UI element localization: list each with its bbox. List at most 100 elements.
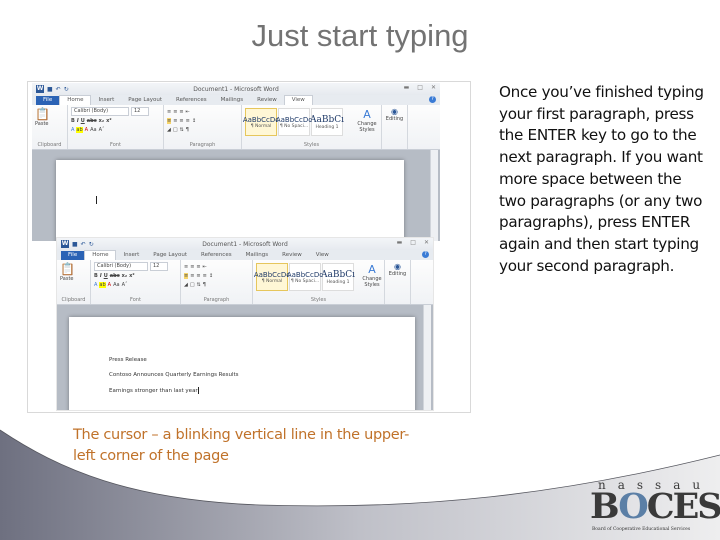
restore-icon[interactable]: □ [410,239,416,246]
highlight-icon[interactable]: ab [99,281,106,288]
close-icon[interactable]: ✕ [424,239,429,246]
line-spacing-icon[interactable]: ↕ [192,118,196,124]
editing-button[interactable]: Editing [388,271,407,277]
line-spacing-icon[interactable]: ↕ [209,273,213,279]
align-left-icon[interactable]: ≡ [184,272,189,279]
change-case-icon[interactable]: Aa [113,282,119,288]
numbering-icon[interactable]: ≡ [190,264,194,270]
align-center-icon[interactable]: ≡ [173,118,177,124]
shading-icon[interactable]: ◢ [167,127,171,133]
align-right-icon[interactable]: ≡ [196,273,200,279]
bold-icon[interactable]: B [71,118,75,124]
font-size-box[interactable]: 12 [131,107,149,116]
font-color-icon[interactable]: A [85,127,88,133]
restore-icon[interactable]: □ [417,84,423,91]
tab-file[interactable]: File [61,251,85,260]
style-no-spacing[interactable]: AaBbCcDc ¶ No Spaci... [276,108,312,136]
help-icon[interactable]: ? [422,251,429,258]
find-icon[interactable]: ◉ [385,107,404,116]
paste-button[interactable]: 📋 [35,107,64,121]
font-name-box[interactable]: Calibri (Body) [94,262,148,271]
underline-icon[interactable]: U [104,273,108,279]
paste-button[interactable]: 📋 [60,262,87,276]
tab-review[interactable]: Review [275,251,309,260]
change-styles-button[interactable]: A Change Styles [356,108,378,133]
pilcrow-icon[interactable]: ¶ [186,127,189,133]
indent-icon[interactable]: ⇤ [203,264,207,270]
change-case-icon[interactable]: Aa [90,127,96,133]
italic-icon[interactable]: I [77,118,79,124]
justify-icon[interactable]: ≡ [186,118,190,124]
tab-home[interactable]: Home [59,95,92,105]
tab-review[interactable]: Review [250,96,284,105]
strikethrough-icon[interactable]: abc [87,118,97,124]
tab-view[interactable]: View [309,251,336,260]
align-right-icon[interactable]: ≡ [179,118,183,124]
font-name-box[interactable]: Calibri (Body) [71,107,129,116]
multilevel-icon[interactable]: ≡ [196,264,200,270]
style-normal[interactable]: AaBbCcDc ¶ Normal [243,108,279,136]
tab-mailings[interactable]: Mailings [239,251,276,260]
vertical-scrollbar[interactable] [423,305,431,410]
tab-page-layout[interactable]: Page Layout [121,96,169,105]
text-effects-icon[interactable]: A [71,127,74,133]
bullets-icon[interactable]: ≡ [167,109,171,115]
style-heading-1[interactable]: AaBbCı Heading 1 [310,108,344,136]
minimize-icon[interactable]: ▬ [404,84,410,91]
subscript-icon[interactable]: x₂ [122,273,127,279]
document-page[interactable]: Press Release Contoso Announces Quarterl… [69,317,415,410]
minimize-icon[interactable]: ▬ [397,239,403,246]
align-left-icon[interactable]: ≡ [167,117,172,124]
tab-insert[interactable]: Insert [116,251,146,260]
ribbon: 📋 Paste Clipboard Calibri (Body) 12 B I Uab… [57,260,433,305]
numbering-icon[interactable]: ≡ [173,109,177,115]
multilevel-icon[interactable]: ≡ [179,109,183,115]
tab-file[interactable]: File [36,96,60,105]
justify-icon[interactable]: ≡ [203,273,207,279]
find-icon[interactable]: ◉ [388,262,407,271]
tab-view[interactable]: View [283,95,313,105]
font-size-box[interactable]: 12 [150,262,168,271]
tab-home[interactable]: Home [84,250,117,260]
superscript-icon[interactable]: x² [106,118,111,124]
style-no-spacing[interactable]: AaBbCcDc ¶ No Spaci... [287,263,323,291]
shading-icon[interactable]: ◢ [184,282,188,288]
tab-references[interactable]: References [194,251,239,260]
help-icon[interactable]: ? [429,96,436,103]
sort-icon[interactable]: ⇅ [197,282,201,288]
window-title: Document1 - Microsoft Word [202,240,288,248]
grow-font-icon[interactable]: Aˆ [122,282,128,288]
vertical-scrollbar[interactable] [430,150,438,241]
tab-mailings[interactable]: Mailings [214,96,251,105]
change-styles-button[interactable]: A Change Styles [362,263,382,288]
tab-page-layout[interactable]: Page Layout [146,251,194,260]
tab-insert[interactable]: Insert [91,96,121,105]
title-bar: W ■ ↶ ↻ Document1 - Microsoft Word ▬ □ ✕ [32,83,440,95]
grow-font-icon[interactable]: Aˆ [99,127,105,133]
style-normal[interactable]: AaBbCcDc ¶ Normal [254,263,290,291]
borders-icon[interactable]: □ [173,127,178,133]
borders-icon[interactable]: □ [190,282,195,288]
subscript-icon[interactable]: x₂ [99,118,104,124]
font-color-icon[interactable]: A [108,282,111,288]
bullets-icon[interactable]: ≡ [184,264,188,270]
doc-line-1: Press Release [109,357,147,363]
highlight-icon[interactable]: ab [76,126,83,133]
strikethrough-icon[interactable]: abc [110,273,120,279]
align-center-icon[interactable]: ≡ [190,273,194,279]
pilcrow-icon[interactable]: ¶ [203,282,206,288]
superscript-icon[interactable]: x² [129,273,134,279]
indent-icon[interactable]: ⇤ [186,109,190,115]
group-clipboard: 📋 Paste Clipboard [32,105,68,149]
editing-button[interactable]: Editing [385,116,404,122]
sort-icon[interactable]: ⇅ [180,127,184,133]
style-heading-1[interactable]: AaBbCı Heading 1 [321,263,355,291]
document-page[interactable] [56,160,404,241]
italic-icon[interactable]: I [100,273,102,279]
close-icon[interactable]: ✕ [431,84,436,91]
text-effects-icon[interactable]: A [94,282,97,288]
ribbon-tabs: File Home Insert Page Layout References … [32,95,440,105]
bold-icon[interactable]: B [94,273,98,279]
tab-references[interactable]: References [169,96,214,105]
underline-icon[interactable]: U [81,118,85,124]
